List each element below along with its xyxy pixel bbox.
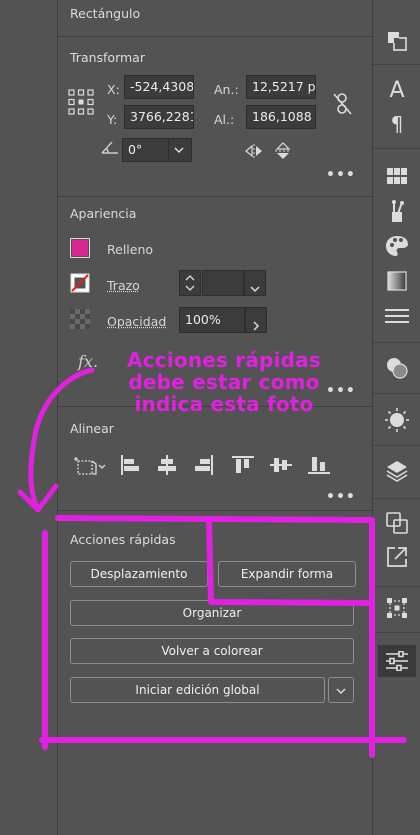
brushes-icon[interactable] [384,198,410,224]
reference-point-icon[interactable] [68,89,94,115]
character-icon[interactable]: A [384,77,410,103]
stroke-weight-chevron-down-icon[interactable] [244,270,266,296]
appearance-title: Apariencia [70,206,137,221]
color-palette-icon[interactable] [384,233,410,259]
annotation-text: Acciones rápidas debe estar como indica … [96,349,352,415]
x-label: X: [107,82,120,97]
align-more-options[interactable]: ••• [326,489,356,505]
global-edit-options-button[interactable] [328,677,354,703]
annotation-line-3: indica esta foto [134,392,314,416]
x-field[interactable]: -524,4308 [124,75,194,99]
fill-color [72,240,88,256]
chevron-down-icon[interactable] [168,139,189,161]
height-field[interactable]: 186,1088 p [246,105,316,129]
transform-panel-icon[interactable] [384,595,410,621]
y-label: Y: [107,112,118,127]
chevron-right-icon[interactable] [245,307,267,333]
align-bottom-icon[interactable] [307,454,331,476]
arrange-button[interactable]: Organizar [70,600,354,626]
align-top-icon[interactable] [231,454,255,476]
align-left-icon[interactable] [118,454,142,476]
transform-more-options[interactable]: ••• [326,167,356,183]
gradient-icon[interactable] [384,268,410,294]
align-title: Alinear [70,421,114,436]
properties-panel-toggle[interactable] [378,645,416,677]
transform-section: Transformar X: -524,4308 An.: 12,5217 pt… [58,36,372,197]
export-icon[interactable] [384,544,410,570]
angle-value: 0° [128,142,143,157]
artboards-icon[interactable] [384,510,410,536]
recolor-button[interactable]: Volver a colorear [70,638,354,664]
stroke-weight-field[interactable] [202,270,244,296]
fill-label[interactable]: Relleno [107,242,153,257]
flip-horizontal-icon[interactable] [244,143,264,159]
opacity-label[interactable]: Opacidad [107,314,166,329]
angle-field[interactable]: 0° [122,138,192,162]
align-section: Alinear ••• [58,406,372,511]
fill-swatch[interactable] [70,238,90,258]
align-right-icon[interactable] [192,454,216,476]
width-field[interactable]: 12,5217 pt [246,75,316,99]
chevron-down-icon [336,688,346,695]
stroke-swatch[interactable] [70,273,90,293]
pathfinder-icon[interactable] [384,28,410,54]
layers-icon[interactable] [384,458,410,484]
stroke-weight-stepper[interactable] [179,270,201,296]
offset-path-button[interactable]: Desplazamiento [70,561,208,587]
sliders-icon [386,651,408,671]
height-label: Al.: [214,112,235,127]
angle-icon [100,139,120,155]
swatches-icon[interactable] [384,163,410,189]
flip-vertical-icon[interactable] [274,141,292,161]
start-global-edit-button[interactable]: Iniciar edición global [70,677,325,703]
paragraph-icon[interactable]: ¶ [384,111,410,137]
annotation-line-1: Acciones rápidas [127,348,321,372]
align-to-selection-icon[interactable] [72,455,108,477]
canvas-strip [0,0,58,835]
quick-actions-title: Acciones rápidas [70,532,176,547]
stroke-panel-icon[interactable] [384,303,410,329]
constrain-proportions-icon[interactable] [332,91,354,117]
opacity-field[interactable]: 100% [179,307,245,333]
expand-shape-button[interactable]: Expandir forma [218,561,356,587]
align-horizontal-center-icon[interactable] [155,454,179,476]
transform-title: Transformar [70,50,145,65]
object-type-label: Rectángulo [70,6,141,21]
opacity-icon [70,309,90,329]
appearance-panel-icon[interactable] [384,407,410,433]
annotation-line-2: debe estar como [128,370,320,394]
align-vertical-center-icon[interactable] [269,454,293,476]
y-field[interactable]: 3766,2281 [124,105,194,129]
stroke-label[interactable]: Trazo [107,278,140,293]
quick-actions-section: Acciones rápidas Desplazamiento Expandir… [58,510,372,711]
transparency-icon[interactable] [384,355,410,381]
properties-panel: Rectángulo Transformar X: -524,4308 An.:… [58,0,372,835]
right-toolbar: A ¶ [372,0,420,835]
width-label: An.: [214,82,239,97]
